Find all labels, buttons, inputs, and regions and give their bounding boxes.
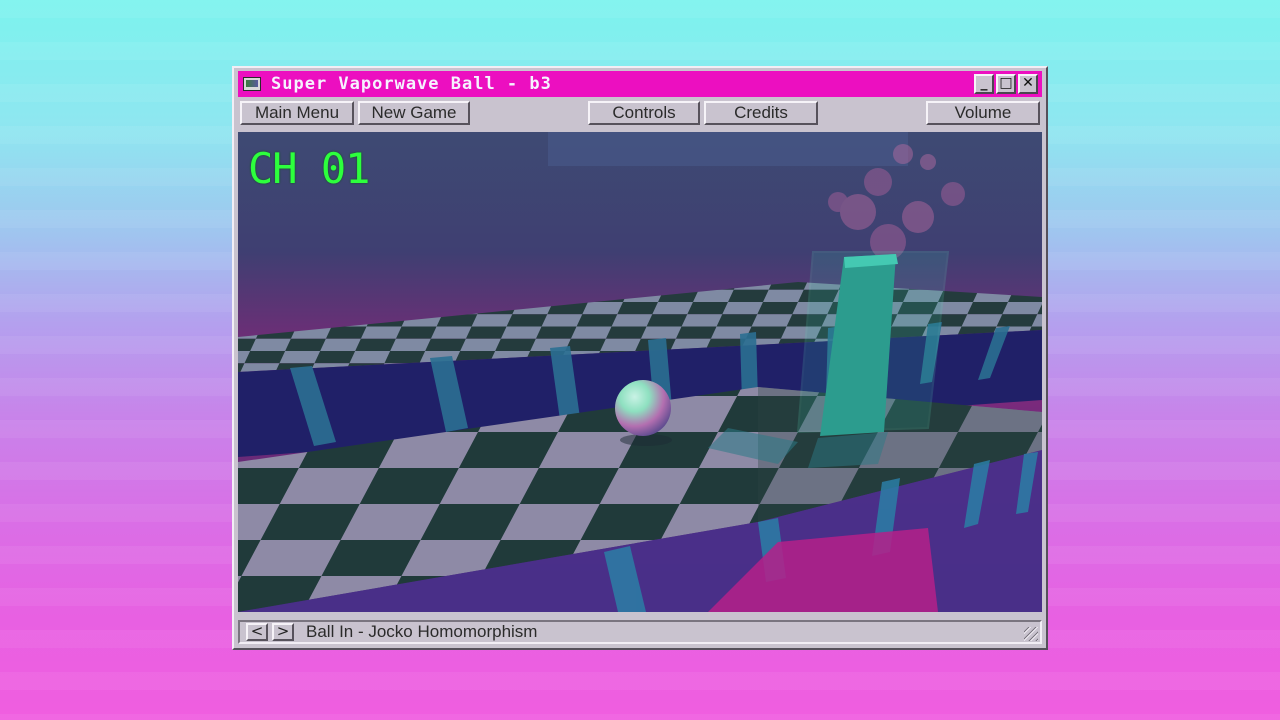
volume-button[interactable]: Volume (926, 101, 1040, 125)
prev-track-button[interactable]: < (246, 623, 268, 641)
next-track-button[interactable]: > (272, 623, 294, 641)
close-button[interactable]: ✕ (1018, 74, 1038, 94)
chapter-label: CH 01 (248, 144, 370, 193)
maximize-button[interactable]: □ (996, 74, 1016, 94)
game-viewport[interactable]: CH 01 (238, 132, 1042, 612)
new-game-button[interactable]: New Game (358, 101, 470, 125)
minimize-button[interactable]: _ (974, 74, 994, 94)
resize-grip[interactable] (1024, 627, 1038, 641)
app-icon (243, 77, 261, 91)
window-title: Super Vaporwave Ball - b3 (271, 74, 552, 94)
controls-button[interactable]: Controls (588, 101, 700, 125)
game-scene (238, 132, 1042, 612)
title-bar[interactable]: Super Vaporwave Ball - b3 _ □ ✕ (238, 71, 1042, 97)
goal-pillar (796, 251, 950, 436)
menu-bar: Main Menu New Game Controls Credits Volu… (238, 100, 1042, 126)
game-window: Super Vaporwave Ball - b3 _ □ ✕ Main Men… (232, 66, 1048, 650)
status-bar: < > Ball In - Jocko Homomorphism (238, 620, 1042, 644)
now-playing-text: Ball In - Jocko Homomorphism (306, 622, 538, 641)
main-menu-button[interactable]: Main Menu (240, 101, 354, 125)
window-controls: _ □ ✕ (974, 74, 1038, 94)
credits-button[interactable]: Credits (704, 101, 818, 125)
